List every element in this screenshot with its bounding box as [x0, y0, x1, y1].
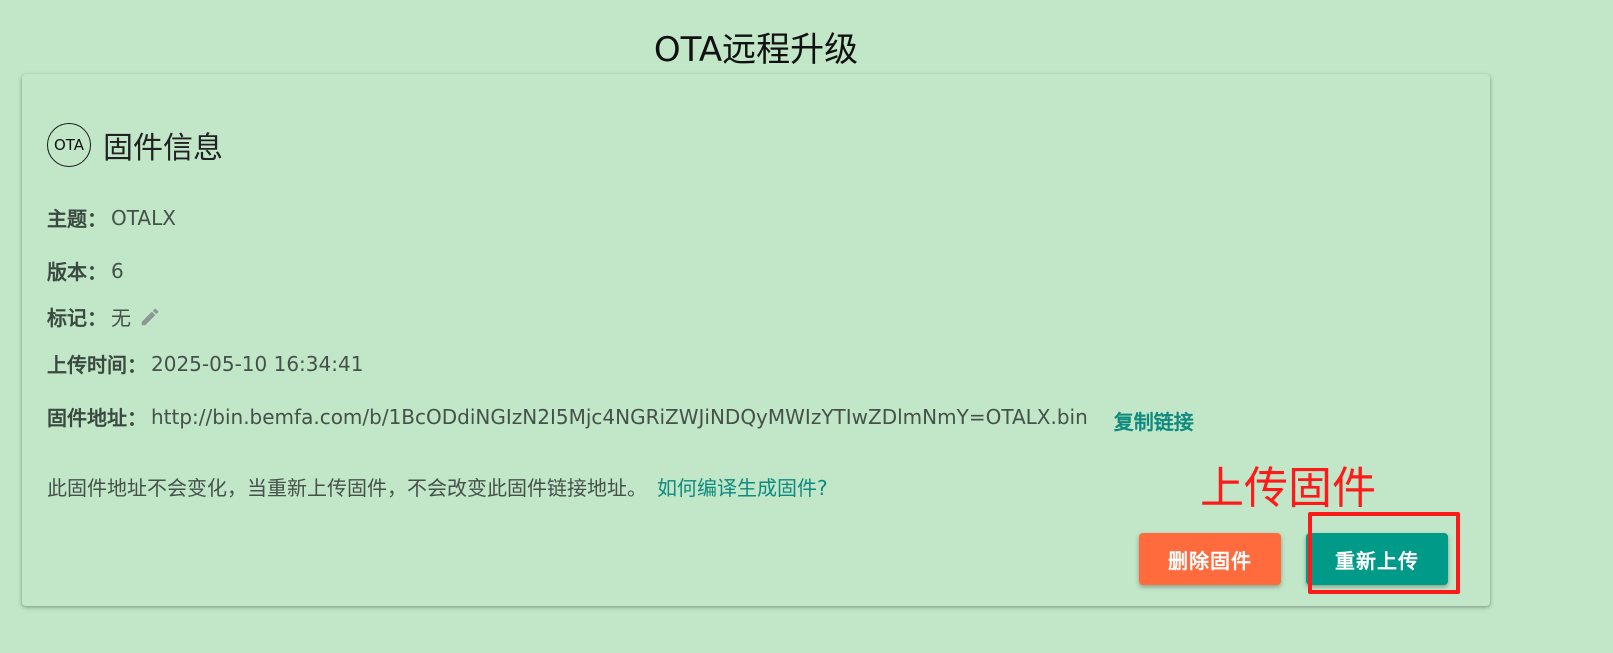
- ota-badge: OTA: [47, 123, 91, 167]
- upload-time-row: 上传时间： 2025-05-10 16:34:41: [47, 349, 363, 378]
- tag-value: 无: [111, 306, 131, 330]
- card-header: OTA 固件信息: [47, 123, 223, 167]
- topic-value: OTALX: [111, 205, 176, 230]
- tag-row: 标记： 无: [47, 302, 161, 331]
- upload-time-value: 2025-05-10 16:34:41: [151, 351, 364, 376]
- annotation-label: 上传固件: [1200, 463, 1376, 514]
- firmware-address: http://bin.bemfa.com/b/1BcODdiNGIzN2I5Mj…: [151, 404, 1088, 429]
- firmware-card: OTA 固件信息 主题： OTALX 版本： 6 标记： 无 上传时间： 202…: [22, 74, 1490, 606]
- topic-label: 主题：: [47, 207, 107, 231]
- upload-time-label: 上传时间：: [47, 353, 147, 377]
- how-to-compile-link[interactable]: 如何编译生成固件?: [657, 476, 828, 500]
- page-title: OTA远程升级: [653, 30, 859, 70]
- address-note: 此固件地址不会变化，当重新上传固件，不会改变此固件链接地址。 如何编译生成固件?: [47, 472, 828, 501]
- address-label: 固件地址：: [47, 406, 147, 430]
- card-title: 固件信息: [103, 131, 223, 166]
- note-text: 此固件地址不会变化，当重新上传固件，不会改变此固件链接地址。: [47, 476, 647, 500]
- delete-firmware-button[interactable]: 删除固件: [1139, 533, 1281, 585]
- tag-label: 标记：: [47, 306, 107, 330]
- version-label: 版本：: [47, 260, 107, 284]
- topic-row: 主题： OTALX: [47, 203, 176, 232]
- version-row: 版本： 6: [47, 256, 124, 285]
- annotation-highlight-box: [1308, 512, 1460, 594]
- address-row: 固件地址： http://bin.bemfa.com/b/1BcODdiNGIz…: [47, 402, 1194, 435]
- pencil-icon[interactable]: [139, 306, 161, 328]
- version-value: 6: [111, 258, 124, 283]
- copy-link-button[interactable]: 复制链接: [1114, 406, 1194, 435]
